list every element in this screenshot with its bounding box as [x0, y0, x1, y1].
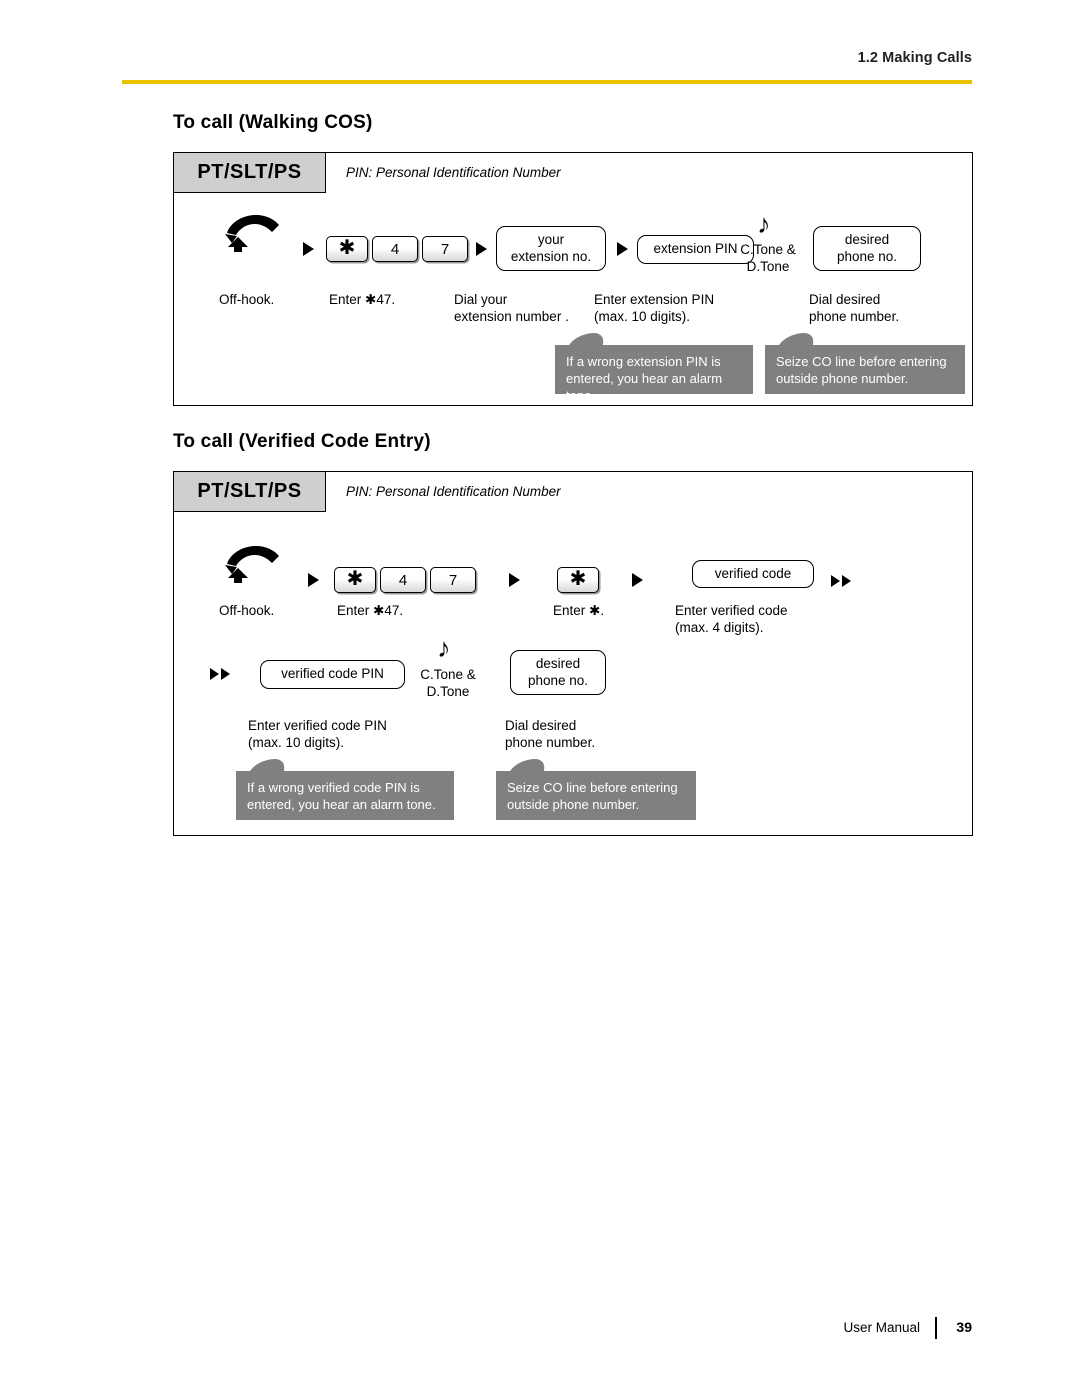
page-title-walking-cos: To call (Walking COS): [173, 112, 373, 133]
key-star-1: ✱: [326, 236, 368, 262]
note-balloon-seize-co: Seize CO line before entering outside ph…: [765, 333, 965, 394]
caption-off-hook: Off-hook.: [219, 292, 275, 307]
caption-dial-your-extension: Dial your extension number .: [454, 292, 569, 325]
flow-arrow-v4b: [842, 575, 851, 587]
balloon-tail-icon: [778, 333, 818, 347]
diagram-walking-cos: PT/SLT/PS PIN: Personal Identification N…: [173, 152, 973, 406]
oval-extension-pin-label: extension PIN: [653, 241, 738, 257]
flow-arrow-v4a: [831, 575, 840, 587]
note-balloon-seize-co-2: Seize CO line before entering outside ph…: [496, 759, 696, 820]
key-seven-v1: 7: [430, 567, 476, 593]
caption-enter-verified-code: Enter verified code (max. 4 digits).: [675, 603, 788, 636]
pin-definition-note-2: PIN: Personal Identification Number: [346, 484, 561, 499]
footer-manual-label: User Manual: [843, 1320, 920, 1335]
caption-enter-extension-pin: Enter extension PIN (max. 10 digits).: [594, 292, 715, 325]
balloon-tail-icon: [249, 759, 289, 773]
device-type-tab: PT/SLT/PS: [174, 153, 326, 193]
tone-label-1: C.Tone & D.Tone: [740, 242, 796, 274]
oval-verified-code-pin: verified code PIN: [260, 660, 405, 689]
key-four-v1: 4: [380, 567, 426, 593]
tone-label-2: C.Tone & D.Tone: [420, 667, 476, 699]
page-title-verified-code-entry: To call (Verified Code Entry): [173, 431, 431, 452]
tone-music-note-icon-2: ♪: [437, 633, 451, 663]
key-star-label: ✱: [346, 568, 364, 590]
note-balloon-seize-co-2-text: Seize CO line before entering outside ph…: [507, 780, 678, 813]
note-balloon-wrong-pin: If a wrong extension PIN is entered, you…: [555, 333, 753, 403]
note-balloon-wrong-pin-text: If a wrong extension PIN is entered, you…: [566, 354, 723, 404]
oval-your-extension-line2: extension no.: [510, 248, 592, 264]
key-star-label-2: ✱: [569, 568, 587, 590]
caption-enter-star: Enter ✱.: [553, 603, 605, 618]
key-star-v1: ✱: [334, 567, 376, 593]
balloon-tail-icon: [568, 333, 608, 347]
oval-verified-code-label: verified code: [714, 565, 792, 581]
caption-dial-desired: Dial desired phone number.: [809, 292, 900, 325]
footer-page-number: 39: [956, 1319, 972, 1335]
key-seven-label: 7: [440, 240, 450, 258]
oval-desired-line1-2: desired: [535, 655, 581, 671]
header-divider-rule: [122, 80, 972, 84]
key-four-1: 4: [372, 236, 418, 262]
flow-arrow-v1: [308, 573, 319, 587]
balloon-tail-icon: [509, 759, 549, 773]
pin-definition-note: PIN: Personal Identification Number: [346, 165, 561, 180]
oval-desired-line2: phone no.: [836, 248, 898, 264]
key-four-label: 4: [390, 240, 400, 258]
oval-verified-code-pin-label: verified code PIN: [281, 666, 384, 682]
key-star-label: ✱: [338, 237, 356, 259]
footer-divider: [935, 1317, 937, 1339]
key-seven-1: 7: [422, 236, 468, 262]
oval-your-extension-no: your extension no.: [496, 226, 606, 271]
note-balloon-seize-co-text: Seize CO line before entering outside ph…: [776, 354, 947, 387]
note-balloon-wrong-verified-pin: If a wrong verified code PIN is entered,…: [236, 759, 454, 820]
flow-arrow-v5b: [221, 668, 230, 680]
flow-arrow-v3: [632, 573, 643, 587]
caption-dial-desired-2: Dial desired phone number.: [505, 718, 596, 751]
caption-enter-star-47: Enter ✱47.: [329, 292, 396, 307]
flow-arrow-1: [303, 242, 314, 256]
flow-arrow-3: [617, 242, 628, 256]
page-header-section-label: 1.2 Making Calls: [857, 50, 972, 66]
caption-enter-star-47-2: Enter ✱47.: [337, 603, 404, 618]
oval-desired-line1: desired: [844, 231, 890, 247]
oval-desired-phone-no: desired phone no.: [813, 226, 921, 271]
oval-desired-phone-no-2: desired phone no.: [510, 650, 606, 695]
key-four-label: 4: [398, 571, 408, 589]
caption-off-hook-2: Off-hook.: [219, 603, 275, 618]
device-type-tab-2: PT/SLT/PS: [174, 472, 326, 512]
off-hook-handset-icon: [222, 211, 284, 259]
off-hook-handset-icon-2: [222, 542, 284, 590]
oval-desired-line2-2: phone no.: [527, 672, 589, 688]
flow-arrow-v2: [509, 573, 520, 587]
flow-arrow-v5a: [210, 668, 219, 680]
flow-arrow-2: [476, 242, 487, 256]
tone-music-note-icon: ♪: [757, 209, 771, 239]
note-balloon-wrong-verified-pin-text: If a wrong verified code PIN is entered,…: [247, 780, 436, 813]
key-star-v2: ✱: [557, 567, 599, 593]
oval-verified-code: verified code: [692, 560, 814, 588]
oval-your-extension-line1: your: [537, 231, 565, 247]
key-seven-label: 7: [448, 571, 458, 589]
diagram-verified-code-entry: PT/SLT/PS PIN: Personal Identification N…: [173, 471, 973, 836]
caption-enter-verified-code-pin: Enter verified code PIN (max. 10 digits)…: [248, 718, 387, 751]
